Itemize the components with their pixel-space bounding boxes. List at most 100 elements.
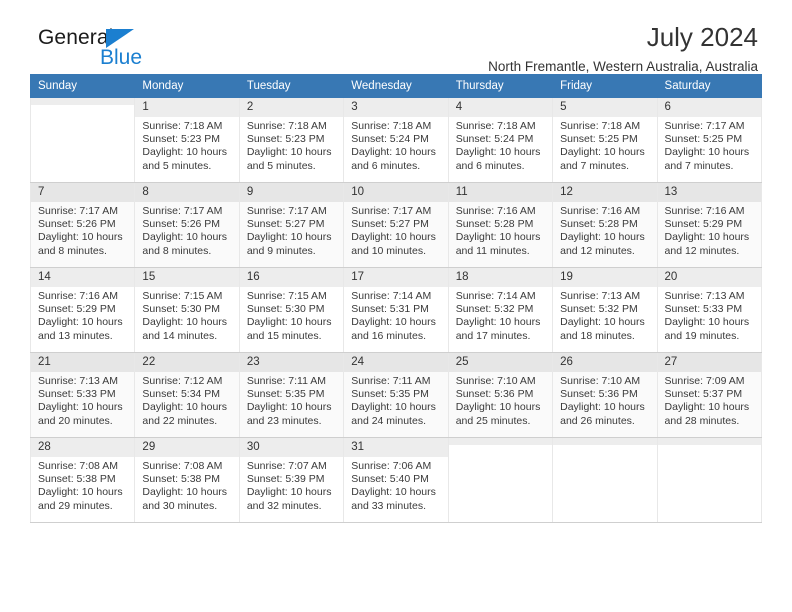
sunrise-text: Sunrise: 7:07 AM [246, 460, 327, 472]
calendar-day-cell[interactable]: 8 Sunrise: 7:17 AM Sunset: 5:26 PM Daylight… [134, 182, 240, 268]
daylight-text-line1: Daylight: 10 hours [142, 146, 228, 159]
day-cell-inner: 8 Sunrise: 7:17 AM Sunset: 5:26 PM Daylight… [135, 183, 239, 267]
sunrise-text: Sunrise: 7:18 AM [246, 120, 327, 132]
day-number: 6 [657, 98, 761, 117]
day-details: Sunrise: 7:18 AM Sunset: 5:25 PM Daylight:… [553, 117, 656, 173]
sunset-text: Sunset: 5:38 PM [142, 473, 221, 486]
daylight-text-line2: and 6 minutes. [351, 159, 421, 172]
sunset-text: Sunset: 5:32 PM [455, 303, 534, 316]
calendar-day-cell[interactable]: 24 Sunrise: 7:11 AM Sunset: 5:35 PM Dayligh… [343, 352, 449, 438]
daylight-text-line2: and 12 minutes. [664, 244, 740, 257]
calendar-day-cell[interactable]: 15 Sunrise: 7:15 AM Sunset: 5:30 PM Dayligh… [134, 267, 240, 353]
day-cell-inner: 21 Sunrise: 7:13 AM Sunset: 5:33 PM Dayligh… [31, 353, 135, 437]
calendar-day-cell[interactable]: 5 Sunrise: 7:18 AM Sunset: 5:25 PM Daylight… [552, 97, 658, 183]
day-details: Sunrise: 7:18 AM Sunset: 5:24 PM Daylight:… [449, 117, 552, 173]
day-number: 28 [31, 438, 135, 457]
calendar-week-row: 1 Sunrise: 7:18 AM Sunset: 5:23 PM Daylight… [29, 97, 763, 183]
calendar-day-cell[interactable]: 4 Sunrise: 7:18 AM Sunset: 5:24 PM Daylight… [447, 97, 554, 183]
sunrise-text: Sunrise: 7:15 AM [142, 290, 223, 302]
calendar-day-cell[interactable]: 3 Sunrise: 7:18 AM Sunset: 5:24 PM Daylight… [343, 97, 449, 183]
calendar-day-cell[interactable]: 23 Sunrise: 7:11 AM Sunset: 5:35 PM Dayligh… [238, 352, 345, 438]
daylight-text-line1: Daylight: 10 hours [246, 401, 332, 414]
calendar-day-cell[interactable]: 29 Sunrise: 7:08 AM Sunset: 5:38 PM Dayligh… [134, 437, 240, 523]
sunset-text: Sunset: 5:28 PM [560, 218, 638, 231]
daylight-text-line1: Daylight: 10 hours [38, 401, 123, 414]
sunrise-text: Sunrise: 7:06 AM [351, 460, 432, 472]
day-details: Sunrise: 7:17 AM Sunset: 5:26 PM Daylight:… [135, 202, 238, 258]
daylight-text-line2: and 23 minutes. [246, 414, 322, 427]
sunrise-text: Sunrise: 7:15 AM [246, 290, 327, 302]
calendar-day-cell[interactable]: 18 Sunrise: 7:14 AM Sunset: 5:32 PM Dayligh… [447, 267, 554, 353]
calendar-week-row: 14 Sunrise: 7:16 AM Sunset: 5:29 PM Dayligh… [29, 267, 763, 353]
day-number: 25 [448, 353, 553, 372]
calendar-day-cell[interactable]: 26 Sunrise: 7:10 AM Sunset: 5:36 PM Dayligh… [552, 352, 658, 438]
calendar-day-cell[interactable]: 30 Sunrise: 7:07 AM Sunset: 5:39 PM Dayligh… [238, 437, 345, 523]
daylight-text-line2: and 17 minutes. [455, 329, 531, 342]
day-number: 18 [448, 268, 553, 287]
day-number: 22 [135, 353, 239, 372]
daylight-text-line2: and 13 minutes. [38, 329, 113, 342]
calendar-day-cell[interactable]: 12 Sunrise: 7:16 AM Sunset: 5:28 PM Dayligh… [552, 182, 658, 268]
daylight-text-line1: Daylight: 10 hours [664, 231, 750, 244]
day-cell-inner: 31 Sunrise: 7:06 AM Sunset: 5:40 PM Dayligh… [344, 438, 448, 522]
day-cell-inner: 1 Sunrise: 7:18 AM Sunset: 5:23 PM Daylight… [135, 98, 239, 182]
sunset-text: Sunset: 5:25 PM [664, 133, 743, 146]
sunrise-text: Sunrise: 7:14 AM [351, 290, 432, 302]
sunrise-sunset-calendar: Sunday Monday Tuesday Wednesday Thursday… [29, 74, 763, 523]
sunset-text: Sunset: 5:29 PM [664, 218, 743, 231]
day-number: 13 [657, 183, 761, 202]
calendar-day-cell[interactable]: 11 Sunrise: 7:16 AM Sunset: 5:28 PM Dayligh… [447, 182, 554, 268]
day-details: Sunrise: 7:10 AM Sunset: 5:36 PM Daylight:… [449, 372, 552, 428]
calendar-day-cell[interactable]: 2 Sunrise: 7:18 AM Sunset: 5:23 PM Daylight… [238, 97, 345, 183]
daylight-text-line1: Daylight: 10 hours [142, 231, 228, 244]
brand-logo[interactable]: General Blue [38, 26, 168, 72]
calendar-day-cell[interactable]: 22 Sunrise: 7:12 AM Sunset: 5:34 PM Dayligh… [134, 352, 240, 438]
day-cell-inner: 25 Sunrise: 7:10 AM Sunset: 5:36 PM Dayligh… [448, 353, 553, 437]
day-number: 10 [344, 183, 448, 202]
day-cell-inner: 23 Sunrise: 7:11 AM Sunset: 5:35 PM Dayligh… [239, 353, 344, 437]
calendar-day-cell[interactable]: 17 Sunrise: 7:14 AM Sunset: 5:31 PM Dayligh… [343, 267, 449, 353]
calendar-day-cell[interactable]: 10 Sunrise: 7:17 AM Sunset: 5:27 PM Dayligh… [343, 182, 449, 268]
day-number: 23 [239, 353, 344, 372]
daylight-text-line1: Daylight: 10 hours [560, 231, 645, 244]
sunrise-text: Sunrise: 7:13 AM [560, 290, 641, 302]
calendar-day-cell[interactable]: 28 Sunrise: 7:08 AM Sunset: 5:38 PM Dayligh… [29, 437, 136, 523]
calendar-day-cell[interactable]: 20 Sunrise: 7:13 AM Sunset: 5:33 PM Dayligh… [656, 267, 763, 353]
calendar-day-cell[interactable]: 31 Sunrise: 7:06 AM Sunset: 5:40 PM Dayligh… [343, 437, 449, 523]
day-number: 26 [553, 353, 657, 372]
calendar-day-cell[interactable]: 6 Sunrise: 7:17 AM Sunset: 5:25 PM Daylight… [656, 97, 763, 183]
daylight-text-line1: Daylight: 10 hours [560, 401, 645, 414]
sunrise-text: Sunrise: 7:13 AM [38, 375, 118, 387]
calendar-day-cell[interactable]: 19 Sunrise: 7:13 AM Sunset: 5:32 PM Dayligh… [552, 267, 658, 353]
day-details: Sunrise: 7:10 AM Sunset: 5:36 PM Daylight:… [553, 372, 656, 428]
daylight-text-line1: Daylight: 10 hours [455, 316, 541, 329]
calendar-day-cell[interactable]: 7 Sunrise: 7:17 AM Sunset: 5:26 PM Daylight… [29, 182, 136, 268]
daylight-text-line1: Daylight: 10 hours [664, 316, 750, 329]
day-cell-inner: 18 Sunrise: 7:14 AM Sunset: 5:32 PM Dayligh… [448, 268, 553, 352]
daylight-text-line2: and 5 minutes. [246, 159, 316, 172]
sunset-text: Sunset: 5:24 PM [351, 133, 429, 146]
day-number: 27 [657, 353, 761, 372]
day-number: 9 [239, 183, 344, 202]
daylight-text-line1: Daylight: 10 hours [38, 486, 123, 499]
calendar-day-cell[interactable]: 1 Sunrise: 7:18 AM Sunset: 5:23 PM Daylight… [134, 97, 240, 183]
calendar-day-cell[interactable]: 13 Sunrise: 7:16 AM Sunset: 5:29 PM Dayligh… [656, 182, 763, 268]
daylight-text-line2: and 11 minutes. [455, 244, 530, 257]
calendar-day-cell[interactable]: 25 Sunrise: 7:10 AM Sunset: 5:36 PM Dayligh… [447, 352, 554, 438]
daylight-text-line2: and 29 minutes. [38, 499, 113, 512]
sunset-text: Sunset: 5:23 PM [142, 133, 221, 146]
day-number: 16 [239, 268, 344, 287]
calendar-day-cell[interactable]: 21 Sunrise: 7:13 AM Sunset: 5:33 PM Dayligh… [29, 352, 136, 438]
daylight-text-line2: and 25 minutes. [455, 414, 531, 427]
day-cell-inner: 11 Sunrise: 7:16 AM Sunset: 5:28 PM Dayligh… [448, 183, 553, 267]
day-number: 19 [553, 268, 657, 287]
daylight-text-line2: and 5 minutes. [142, 159, 212, 172]
weekday-header-tuesday: Tuesday [238, 74, 345, 98]
calendar-day-cell[interactable]: 14 Sunrise: 7:16 AM Sunset: 5:29 PM Dayligh… [29, 267, 136, 353]
day-number: 30 [239, 438, 344, 457]
calendar-day-cell[interactable]: 27 Sunrise: 7:09 AM Sunset: 5:37 PM Dayligh… [656, 352, 763, 438]
weekday-header-thursday: Thursday [447, 74, 554, 98]
calendar-day-cell[interactable]: 9 Sunrise: 7:17 AM Sunset: 5:27 PM Daylight… [238, 182, 345, 268]
day-cell-inner: 3 Sunrise: 7:18 AM Sunset: 5:24 PM Daylight… [344, 98, 448, 182]
calendar-day-cell[interactable]: 16 Sunrise: 7:15 AM Sunset: 5:30 PM Dayligh… [238, 267, 345, 353]
